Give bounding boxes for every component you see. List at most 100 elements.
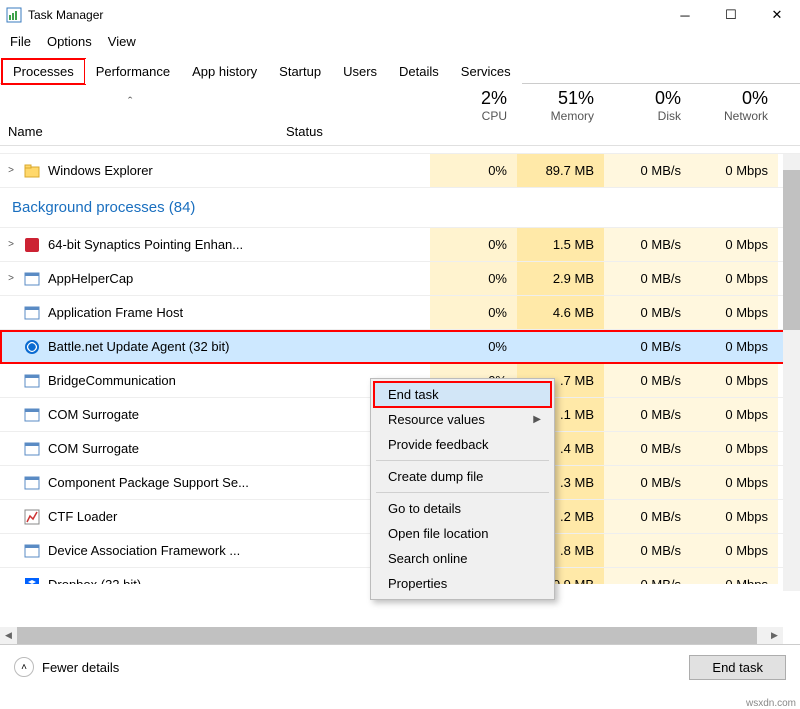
vertical-scroll-thumb[interactable] [783, 170, 800, 330]
process-cpu: 0% [430, 296, 517, 329]
context-resource-values-label: Resource values [388, 412, 485, 427]
menubar: File Options View [0, 30, 800, 52]
process-name: Component Package Support Se... [48, 475, 249, 490]
process-icon [22, 305, 42, 321]
tab-processes[interactable]: Processes [2, 59, 85, 84]
col-name-label: Name [8, 124, 43, 139]
submenu-arrow-icon: ▶ [533, 414, 541, 425]
process-icon [22, 237, 42, 253]
context-feedback-label: Provide feedback [388, 437, 488, 452]
process-row-synaptics[interactable]: >64-bit Synaptics Pointing Enhan...0%1.5… [0, 228, 800, 262]
context-open-location[interactable]: Open file location [374, 521, 551, 546]
process-disk: 0 MB/s [604, 398, 691, 431]
process-name: COM Surrogate [48, 441, 139, 456]
tab-startup[interactable]: Startup [268, 59, 332, 84]
hscroll-left-icon[interactable]: ◀ [0, 627, 17, 644]
process-name: BridgeCommunication [48, 373, 176, 388]
process-network: 0 Mbps [691, 534, 778, 567]
process-memory: 2.9 MB [517, 262, 604, 295]
process-network: 0 Mbps [691, 466, 778, 499]
app-icon [6, 7, 22, 23]
process-network: 0 Mbps [691, 500, 778, 533]
process-network: 0 Mbps [691, 228, 778, 261]
process-memory [517, 330, 604, 363]
context-location-label: Open file location [388, 526, 488, 541]
process-name: Device Association Framework ... [48, 543, 240, 558]
process-network: 0 Mbps [691, 568, 778, 584]
process-name: AppHelperCap [48, 271, 133, 286]
context-search-online[interactable]: Search online [374, 546, 551, 571]
footer: ˄ Fewer details End task [0, 644, 800, 689]
horizontal-scroll-thumb[interactable] [17, 627, 757, 644]
chevron-up-icon: ˄ [14, 657, 34, 677]
sort-indicator-icon: ˆ [128, 94, 132, 109]
process-name: COM Surrogate [48, 407, 139, 422]
process-network: 0 Mbps [691, 432, 778, 465]
close-button[interactable]: ✕ [754, 0, 800, 30]
process-row-explorer[interactable]: >Windows Explorer0%89.7 MB0 MB/s0 Mbps [0, 154, 800, 188]
process-disk: 0 MB/s [604, 228, 691, 261]
col-cpu-header[interactable]: 2% CPU [430, 84, 517, 145]
process-disk: 0 MB/s [604, 364, 691, 397]
maximize-button[interactable]: ☐ [708, 0, 754, 30]
process-network: 0 Mbps [691, 262, 778, 295]
tab-app-history[interactable]: App history [181, 59, 268, 84]
process-name: Application Frame Host [48, 305, 183, 320]
process-cpu: 0% [430, 154, 517, 187]
process-icon [22, 407, 42, 423]
process-icon [22, 339, 42, 355]
process-name: Battle.net Update Agent (32 bit) [48, 339, 229, 354]
menu-options[interactable]: Options [43, 32, 96, 51]
context-properties[interactable]: Properties [374, 571, 551, 596]
fewer-details-button[interactable]: ˄ Fewer details [14, 657, 119, 677]
col-status-header[interactable]: Status [278, 84, 430, 145]
disk-label: Disk [604, 109, 681, 123]
menu-view[interactable]: View [104, 32, 140, 51]
process-memory: 4.6 MB [517, 296, 604, 329]
memory-percent: 51% [517, 88, 594, 109]
hscroll-right-icon[interactable]: ▶ [766, 627, 783, 644]
process-name: Windows Explorer [48, 163, 153, 178]
expand-icon[interactable]: > [0, 165, 22, 176]
expand-icon[interactable]: > [0, 273, 22, 284]
process-row-apphelper[interactable]: >AppHelperCap0%2.9 MB0 MB/s0 Mbps [0, 262, 800, 296]
context-end-task[interactable]: End task [374, 382, 551, 407]
process-memory: 1.5 MB [517, 228, 604, 261]
process-network: 0 Mbps [691, 398, 778, 431]
process-row-afh[interactable]: Application Frame Host0%4.6 MB0 MB/s0 Mb… [0, 296, 800, 330]
process-network: 0 Mbps [691, 364, 778, 397]
col-network-header[interactable]: 0% Network [691, 84, 778, 145]
col-name-header[interactable]: ˆ Name [0, 84, 278, 145]
context-resource-values[interactable]: Resource values ▶ [374, 407, 551, 432]
process-icon [22, 373, 42, 389]
col-disk-header[interactable]: 0% Disk [604, 84, 691, 145]
fewer-details-label: Fewer details [42, 660, 119, 675]
process-cpu: 0% [430, 330, 517, 363]
tab-services[interactable]: Services [450, 59, 522, 84]
context-details-label: Go to details [388, 501, 461, 516]
tab-performance[interactable]: Performance [85, 59, 181, 84]
process-disk: 0 MB/s [604, 262, 691, 295]
context-provide-feedback[interactable]: Provide feedback [374, 432, 551, 457]
end-task-button[interactable]: End task [689, 655, 786, 680]
col-memory-header[interactable]: 51% Memory [517, 84, 604, 145]
process-row-bnet[interactable]: Battle.net Update Agent (32 bit)0%0 MB/s… [0, 330, 800, 364]
cpu-percent: 2% [430, 88, 507, 109]
minimize-button[interactable]: ─ [662, 0, 708, 30]
cpu-label: CPU [430, 109, 507, 123]
tab-users[interactable]: Users [332, 59, 388, 84]
tab-details[interactable]: Details [388, 59, 450, 84]
group-label: Background processes (84) [0, 199, 195, 216]
process-memory: 89.7 MB [517, 154, 604, 187]
tab-strip: Processes Performance App history Startu… [0, 52, 800, 84]
context-go-to-details[interactable]: Go to details [374, 496, 551, 521]
expand-icon[interactable]: > [0, 239, 22, 250]
titlebar: Task Manager ─ ☐ ✕ [0, 0, 800, 30]
context-dump-label: Create dump file [388, 469, 483, 484]
network-percent: 0% [691, 88, 768, 109]
menu-file[interactable]: File [6, 32, 35, 51]
process-disk: 0 MB/s [604, 296, 691, 329]
process-name: 64-bit Synaptics Pointing Enhan... [48, 237, 243, 252]
process-icon [22, 163, 42, 179]
context-create-dump[interactable]: Create dump file [374, 464, 551, 489]
